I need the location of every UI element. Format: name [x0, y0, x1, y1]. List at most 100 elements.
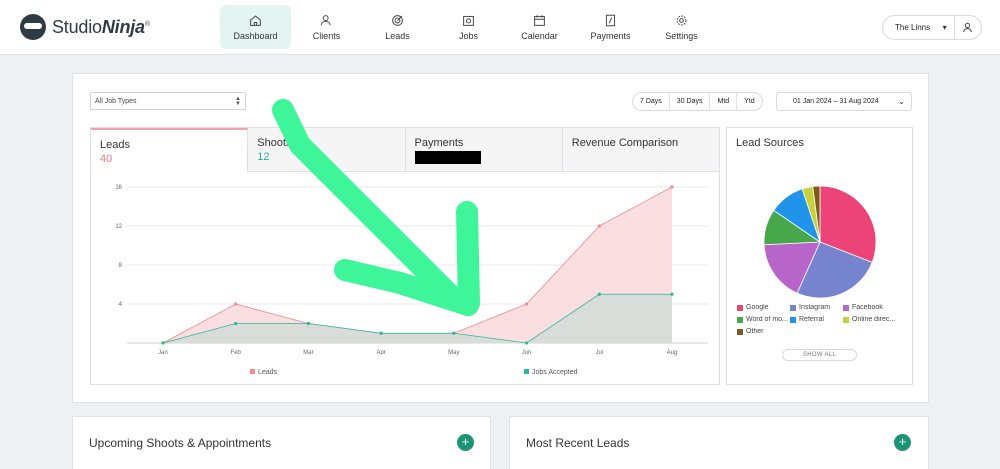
job-types-select[interactable]: All Job Types ▲ ▼: [90, 92, 246, 110]
home-icon: [250, 14, 261, 26]
range-7-days-button[interactable]: 7 Days: [633, 93, 669, 110]
legend-item[interactable]: Referral: [790, 316, 843, 323]
user-icon[interactable]: [955, 22, 981, 33]
legend-swatch: [790, 316, 796, 323]
upcoming-shoots-title: Upcoming Shoots & Appointments: [89, 436, 272, 450]
data-point[interactable]: [597, 292, 601, 296]
data-point[interactable]: [524, 341, 529, 345]
stats-chart-panel: Leads 40 Shoots 12 Payments Revenue Comp…: [90, 127, 720, 385]
legend-label: Instagram: [799, 304, 831, 311]
lead-sources-title: Lead Sources: [736, 137, 804, 149]
legend-label: Referral: [799, 316, 824, 323]
data-point[interactable]: [597, 224, 601, 228]
tab-payments[interactable]: Payments: [405, 128, 563, 172]
select-arrows-icon: ▲ ▼: [235, 96, 241, 107]
clients-icon: [320, 14, 331, 25]
x-tick-label: Feb: [231, 350, 242, 356]
show-all-button[interactable]: SHOW ALL: [782, 349, 857, 361]
tab-shoots[interactable]: Shoots 12: [248, 128, 406, 172]
nav-clients[interactable]: Clients: [291, 5, 362, 49]
leads-area-chart: 4 8 12 16 Jan Feb Mar Apr May Jun Jul Aug Leads Jobs …: [115, 185, 708, 376]
legend-label: Google: [746, 304, 769, 311]
y-tick-label: 8: [119, 263, 123, 269]
recent-leads-card: Most Recent Leads +: [509, 416, 929, 469]
nav-settings[interactable]: Settings: [646, 5, 717, 49]
redaction-bar: [414, 151, 481, 164]
legend-swatch: [250, 369, 255, 374]
data-point[interactable]: [670, 292, 674, 296]
legend-swatch: [737, 316, 743, 323]
legend-item[interactable]: Facebook: [843, 304, 896, 311]
data-point[interactable]: [452, 331, 456, 335]
legend-label: Word of mo...: [746, 316, 788, 323]
legend-item[interactable]: Instagram: [790, 304, 843, 311]
data-point[interactable]: [379, 331, 383, 335]
main-nav: Dashboard Clients Leads Jobs Calendar Pa…: [220, 5, 717, 49]
legend-label: Online direc...: [852, 316, 896, 323]
legend-swatch: [843, 316, 849, 323]
nav-dashboard[interactable]: Dashboard: [220, 5, 291, 49]
range-ytd-button[interactable]: Ytd: [736, 93, 762, 110]
top-navigation-bar: StudioNinja® Dashboard Clients Leads Job…: [0, 0, 1000, 55]
nav-payments[interactable]: Payments: [575, 5, 646, 49]
data-point[interactable]: [234, 321, 238, 326]
recent-leads-title: Most Recent Leads: [526, 436, 630, 450]
legend-swatch: [524, 369, 529, 374]
chevron-down-icon: ⌄: [898, 97, 905, 106]
lead-sources-pie-chart: [763, 185, 877, 299]
quick-range-group: 7 Days 30 Days Mtd Ytd: [632, 92, 763, 111]
data-point[interactable]: [670, 185, 674, 189]
legend-item[interactable]: Online direc...: [843, 316, 896, 323]
x-tick-label: Aug: [667, 350, 678, 356]
x-tick-label: Mar: [303, 350, 313, 356]
y-tick-label: 4: [119, 302, 123, 308]
studio-ninja-logo[interactable]: StudioNinja®: [20, 14, 150, 40]
date-range-picker[interactable]: 01 Jan 2024 – 31 Aug 2024 ⌄: [776, 92, 912, 111]
account-switcher[interactable]: The Linns ▾: [882, 15, 982, 40]
legend-item[interactable]: Word of mo...: [737, 316, 790, 323]
stats-tabs: Leads 40 Shoots 12 Payments Revenue Comp…: [91, 128, 719, 172]
target-icon: [392, 14, 403, 26]
nav-calendar[interactable]: Calendar: [504, 5, 575, 49]
data-point[interactable]: [234, 302, 238, 306]
chevron-down-icon: ▾: [942, 23, 947, 32]
add-lead-button[interactable]: +: [894, 434, 911, 451]
brand-name: StudioNinja®: [52, 16, 150, 37]
leads-count: 40: [100, 153, 113, 165]
legend-item[interactable]: Other: [737, 328, 790, 335]
legend-swatch: [737, 304, 743, 311]
legend-swatch: [737, 328, 743, 335]
x-tick-label: May: [448, 350, 459, 356]
shoots-count: 12: [257, 151, 270, 163]
x-tick-label: Jun: [522, 350, 532, 356]
legend-item[interactable]: Google: [737, 304, 790, 311]
add-appointment-button[interactable]: +: [457, 434, 474, 451]
range-mtd-button[interactable]: Mtd: [709, 93, 736, 110]
dashboard-overview-card: All Job Types ▲ ▼ 7 Days 30 Days Mtd Ytd …: [72, 73, 929, 403]
x-tick-label: Jan: [158, 350, 168, 356]
account-name: The Linns: [895, 23, 931, 32]
data-point[interactable]: [306, 321, 311, 326]
data-point[interactable]: [524, 302, 529, 306]
legend-label: Other: [746, 328, 764, 335]
gear-icon: [676, 15, 687, 25]
legend-label[interactable]: Leads: [258, 369, 278, 376]
nav-leads[interactable]: Leads: [362, 5, 433, 49]
calendar-icon: [534, 14, 545, 26]
legend-swatch: [843, 304, 849, 311]
legend-label: Facebook: [852, 304, 883, 311]
nav-jobs[interactable]: Jobs: [433, 5, 504, 49]
legend-label[interactable]: Jobs Accepted: [532, 369, 578, 376]
range-30-days-button[interactable]: 30 Days: [668, 93, 710, 110]
tab-leads[interactable]: Leads 40: [91, 128, 249, 172]
ninja-logo-icon: [20, 14, 46, 40]
legend-swatch: [790, 304, 796, 311]
x-tick-label: Apr: [376, 350, 385, 356]
camera-icon: [463, 15, 474, 26]
invoice-icon: [605, 14, 616, 26]
x-tick-label: Jul: [595, 350, 603, 356]
lead-sources-panel: Lead Sources Google Instagram Facebook Word…: [726, 127, 913, 385]
data-point[interactable]: [161, 341, 165, 345]
lead-sources-legend: Google Instagram Facebook Word of mo... Refe…: [737, 304, 907, 340]
tab-revenue-comparison[interactable]: Revenue Comparison: [562, 128, 719, 172]
